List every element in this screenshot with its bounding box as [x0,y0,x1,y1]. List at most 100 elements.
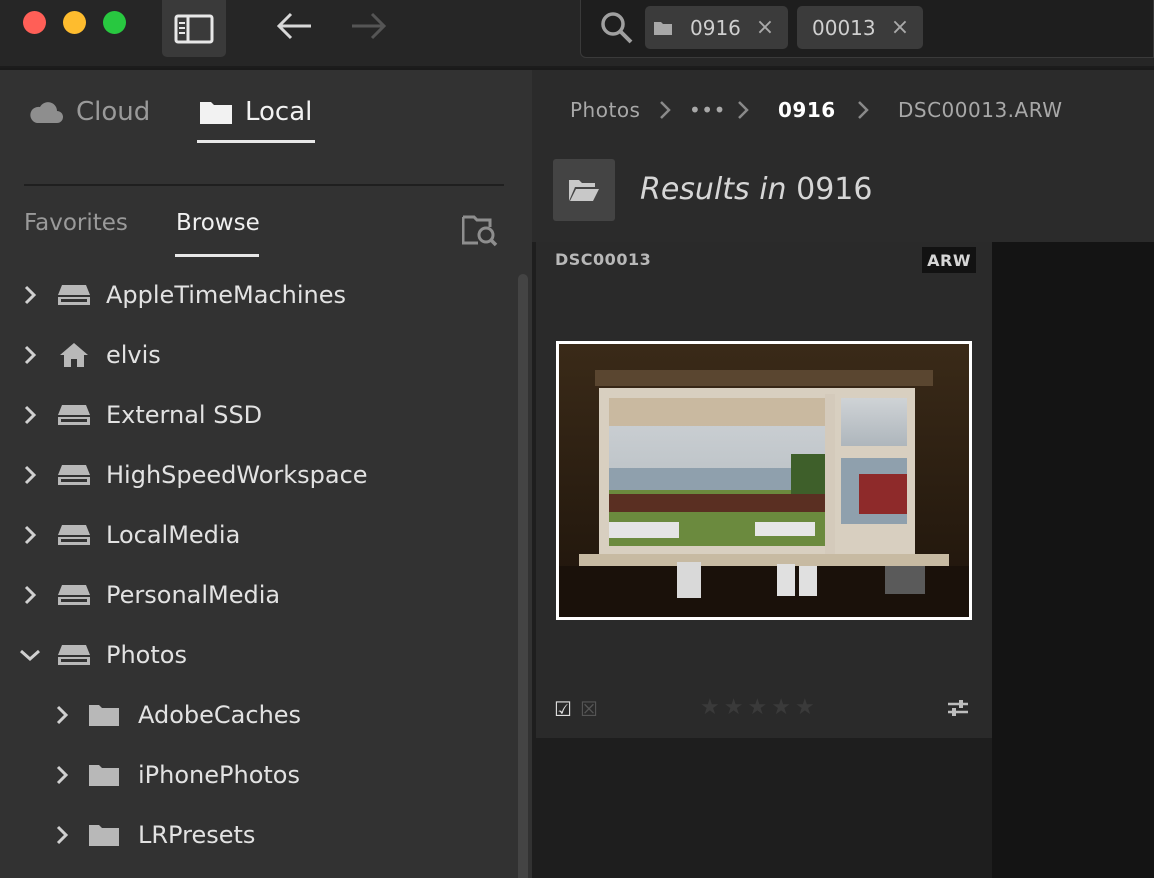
star-2-icon[interactable]: ★ [724,695,744,720]
remove-chip-button[interactable]: × [754,15,776,40]
star-3-icon[interactable]: ★ [747,695,767,720]
tree-item-label: elvis [106,341,161,369]
breadcrumb-file[interactable]: DSC00013.ARW [898,98,1063,122]
drive-icon [56,641,92,669]
pick-flag-icon[interactable]: ☑ [554,697,572,721]
results-title: Results in 0916 [640,172,872,207]
photo-card[interactable]: DSC00013 ARW ☑ ☒ ★ ★ ★ ★ ★ [536,242,992,738]
chevron-right-icon[interactable] [18,463,42,487]
toggle-sidebar-button[interactable] [162,0,226,57]
tree-item-label: LocalMedia [106,521,241,549]
chevron-right-icon [858,101,869,119]
folder-icon [200,102,232,124]
tree-item-adobecaches[interactable]: AdobeCaches [50,695,301,735]
tab-cloud[interactable]: Cloud [28,92,150,132]
tree-item-label: HighSpeedWorkspace [106,461,368,489]
tab-local-label: Local [245,97,313,127]
star-5-icon[interactable]: ★ [795,695,815,720]
tree-item-highspeedworkspace[interactable]: HighSpeedWorkspace [18,455,368,495]
photo-filename: DSC00013 [555,250,652,269]
sliders-icon[interactable] [946,696,970,720]
sidebar-scrollbar[interactable] [518,274,528,878]
results-folder: 0916 [796,172,873,207]
tree-item-label: Photos [106,641,187,669]
drive-icon [56,401,92,429]
chevron-right-icon[interactable] [18,343,42,367]
main-content: Photos ••• 0916 DSC00013.ARW Results in … [532,70,1154,878]
folder-icon [86,761,122,789]
tree-item-appletimemachines[interactable]: AppleTimeMachines [18,275,346,315]
tree-item-photos[interactable]: Photos [18,635,187,675]
chevron-right-icon[interactable] [18,583,42,607]
chevron-right-icon[interactable] [18,523,42,547]
tree-item-label: LRPresets [138,821,256,849]
results-prefix: Results in [640,172,787,207]
photo-image [559,344,969,617]
search-bar[interactable]: 0916 × 00013 × [580,0,1154,58]
star-1-icon[interactable]: ★ [700,695,720,720]
flag-controls: ☑ ☒ [554,697,598,721]
tree-item-localmedia[interactable]: LocalMedia [18,515,240,555]
tree-item-label: AdobeCaches [138,701,302,729]
search-chip-label: 0916 [690,15,741,40]
home-icon [56,341,92,369]
minimize-window-button[interactable] [63,11,86,34]
tab-local[interactable]: Local [199,92,312,132]
forward-button[interactable] [349,8,389,44]
sidebar: Cloud Local Favorites Browse AppleTimeMa… [0,70,532,878]
search-chip-folder[interactable]: 0916 × [645,6,788,49]
tree-item-lrpresets[interactable]: LRPresets [50,815,255,855]
tab-browse[interactable]: Browse [176,210,260,236]
chevron-right-icon[interactable] [50,763,74,787]
drive-icon [56,581,92,609]
file-type-badge: ARW [922,247,976,273]
drive-icon [56,521,92,549]
sidebar-icon [174,14,214,43]
breadcrumb-photos[interactable]: Photos [570,98,640,122]
breadcrumb-ellipsis[interactable]: ••• [689,98,726,122]
back-button[interactable] [274,8,314,44]
search-icon [601,12,633,44]
tree-item-label: External SSD [106,401,263,429]
close-window-button[interactable] [23,11,46,34]
tree-item-personalmedia[interactable]: PersonalMedia [18,575,280,615]
search-chip-text[interactable]: 00013 × [797,6,923,49]
chevron-right-icon[interactable] [50,823,74,847]
folder-icon [86,821,122,849]
empty-grid-area [992,242,1154,878]
chevron-right-icon[interactable] [18,283,42,307]
folder-icon [86,701,122,729]
cloud-icon [30,102,64,123]
chevron-right-icon[interactable] [50,703,74,727]
chevron-right-icon [738,101,749,119]
reject-flag-icon[interactable]: ☒ [580,697,598,721]
arrow-right-icon [352,12,387,40]
tree-item-label: AppleTimeMachines [106,281,347,309]
open-folder-button[interactable] [553,159,615,221]
tree-item-elvis[interactable]: elvis [18,335,161,375]
star-4-icon[interactable]: ★ [771,695,791,720]
photo-thumbnail[interactable] [556,341,972,620]
star-rating[interactable]: ★ ★ ★ ★ ★ [700,695,815,720]
tree-item-label: PersonalMedia [106,581,281,609]
folder-search-icon[interactable] [462,213,498,247]
chevron-down-icon[interactable] [18,643,42,667]
search-chip-label: 00013 [812,15,876,40]
tree-item-label: iPhonePhotos [138,761,300,789]
breadcrumb-0916[interactable]: 0916 [778,98,836,122]
active-tab-indicator [197,140,315,143]
remove-chip-button[interactable]: × [889,15,911,40]
tree-item-iphonephotos[interactable]: iPhonePhotos [50,755,300,795]
zoom-window-button[interactable] [103,11,126,34]
results-header: Results in 0916 [532,150,1154,242]
divider [24,184,504,186]
tree-item-external-ssd[interactable]: External SSD [18,395,262,435]
arrow-left-icon [276,12,311,40]
chevron-right-icon [660,101,671,119]
title-bar: 0916 × 00013 × [0,0,1154,68]
tab-favorites[interactable]: Favorites [24,210,128,236]
drive-icon [56,461,92,489]
tab-cloud-label: Cloud [76,97,151,127]
folder-icon [654,22,672,35]
chevron-right-icon[interactable] [18,403,42,427]
